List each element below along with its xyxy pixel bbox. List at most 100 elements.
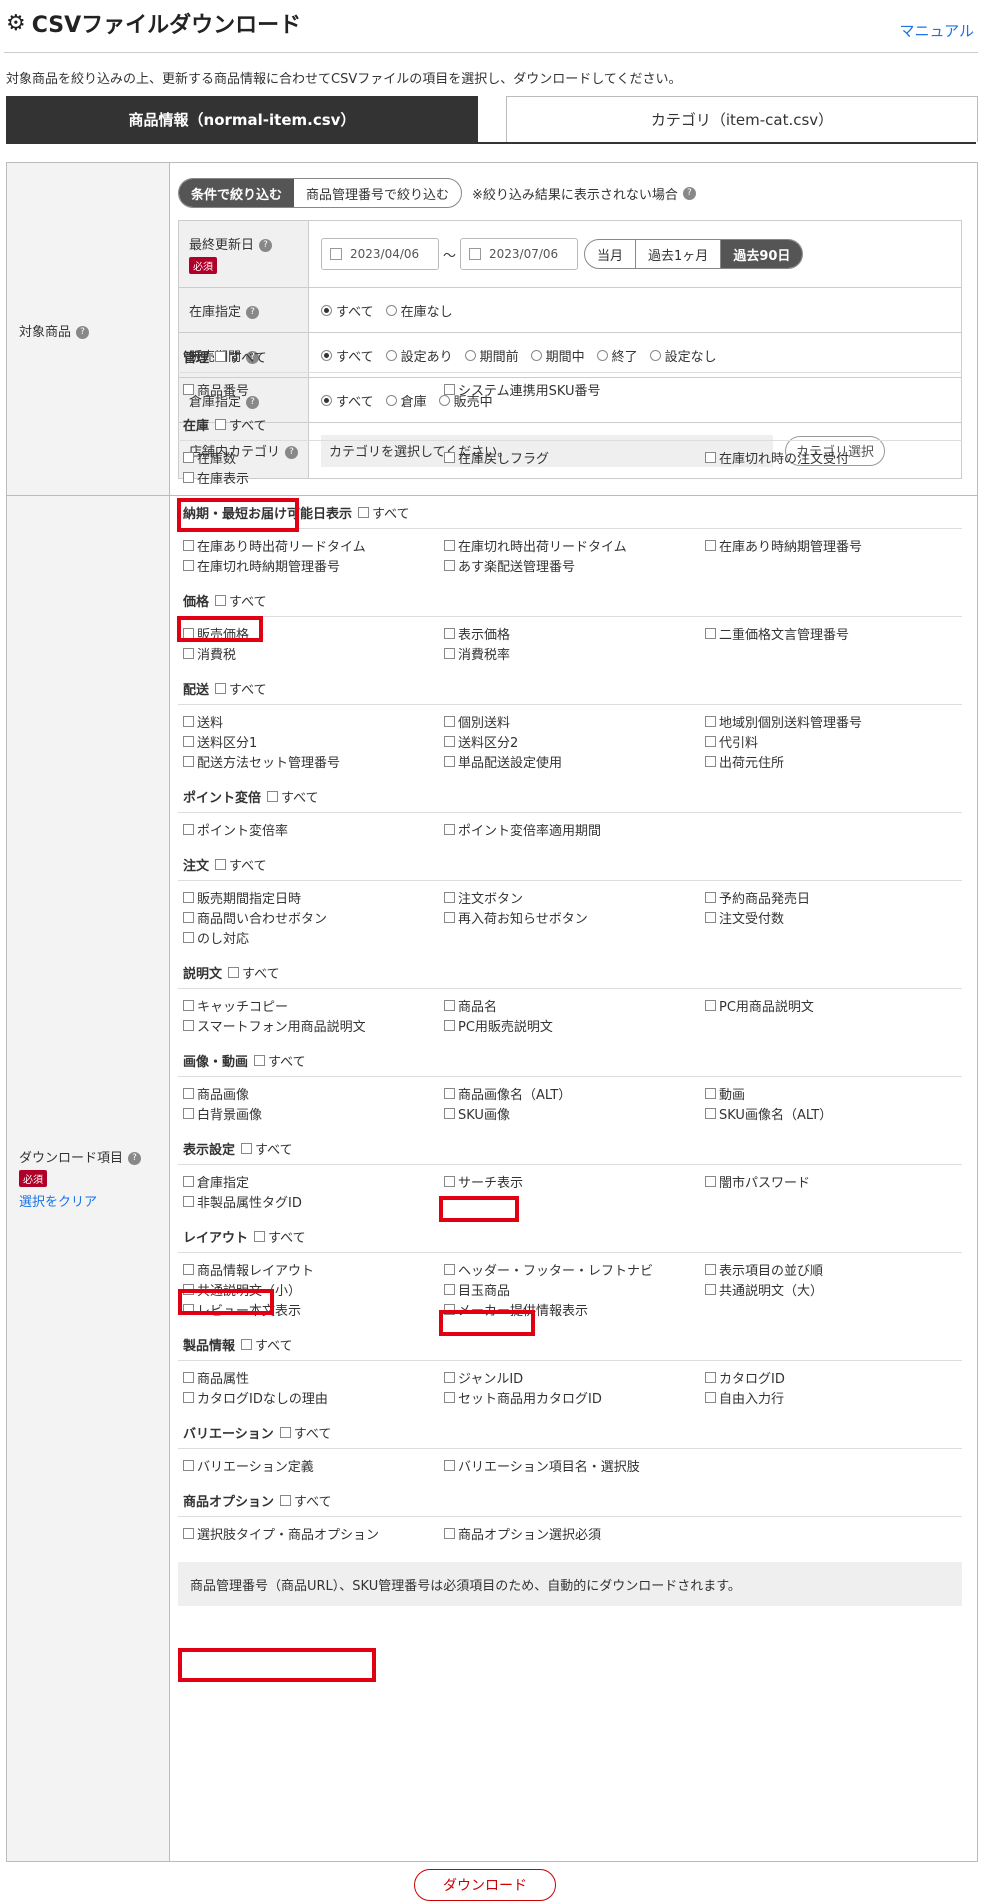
item-checkbox[interactable]: レビュー本文表示 [183,1301,444,1319]
select-all-checkbox[interactable]: すべて [241,1335,293,1354]
item-checkbox[interactable]: 在庫切れ時の注文受付 [705,449,967,467]
item-checkbox[interactable]: 販売価格 [183,625,444,643]
item-checkbox[interactable]: PC用商品説明文 [705,997,967,1015]
item-checkbox[interactable]: 在庫あり時出荷リードタイム [183,537,444,555]
item-checkbox[interactable]: 消費税 [183,645,444,663]
item-checkbox[interactable]: システム連携用SKU番号 [444,381,705,399]
item-checkbox[interactable]: 送料区分1 [183,733,444,751]
select-all-checkbox[interactable]: すべて [280,1491,332,1510]
item-checkbox[interactable]: SKU画像名（ALT） [705,1105,967,1123]
download-button[interactable]: ダウンロード [414,1869,556,1901]
item-checkbox[interactable]: バリエーション項目名・選択肢 [444,1457,705,1475]
item-checkbox[interactable]: 注文ボタン [444,889,705,907]
help-icon[interactable]: ? [682,186,696,200]
item-checkbox[interactable]: 動画 [705,1085,967,1103]
item-checkbox[interactable]: 目玉商品 [444,1281,705,1299]
help-icon[interactable]: ? [76,326,90,339]
item-checkbox[interactable]: のし対応 [183,929,444,947]
select-all-checkbox[interactable]: すべて [215,591,267,610]
radio-option[interactable]: すべて [321,301,374,320]
filter-by-condition-button[interactable]: 条件で絞り込む [179,179,295,207]
item-checkbox[interactable]: サーチ表示 [444,1173,705,1191]
item-checkbox[interactable]: 商品情報レイアウト [183,1261,444,1279]
item-checkbox[interactable]: 商品画像 [183,1085,444,1103]
select-all-checkbox[interactable]: すべて [215,415,267,434]
item-checkbox[interactable]: ヘッダー・フッター・レフトナビ [444,1261,705,1279]
select-all-checkbox[interactable]: すべて [254,1051,306,1070]
select-all-checkbox[interactable]: すべて [254,1227,306,1246]
item-checkbox[interactable]: 倉庫指定 [183,1173,444,1191]
item-checkbox[interactable]: 共通説明文（小） [183,1281,444,1299]
item-checkbox[interactable]: スマートフォン用商品説明文 [183,1017,444,1035]
item-checkbox[interactable]: あす楽配送管理番号 [444,557,705,575]
item-checkbox[interactable]: 選択肢タイプ・商品オプション [183,1525,444,1543]
item-checkbox[interactable]: 非製品属性タグID [183,1193,444,1211]
tab-category[interactable]: カテゴリ（item-cat.csv） [506,96,978,142]
item-checkbox[interactable]: ジャンルID [444,1369,705,1387]
item-checkbox[interactable]: 商品画像名（ALT） [444,1085,705,1103]
item-checkbox[interactable]: 商品オプション選択必須 [444,1525,705,1543]
preset-this-month[interactable]: 当月 [585,240,635,268]
item-checkbox[interactable]: 在庫あり時納期管理番号 [705,537,967,555]
item-checkbox[interactable]: 表示価格 [444,625,705,643]
item-checkbox[interactable]: 送料 [183,713,444,731]
help-icon[interactable]: ? [259,239,273,252]
item-checkbox[interactable]: 在庫切れ時出荷リードタイム [444,537,705,555]
preset-past-90-days[interactable]: 過去90日 [720,240,803,268]
radio-option[interactable]: 在庫なし [385,301,453,320]
item-checkbox[interactable]: カタログID [705,1369,967,1387]
item-checkbox[interactable]: 共通説明文（大） [705,1281,967,1299]
item-checkbox[interactable]: 闇市パスワード [705,1173,967,1191]
item-checkbox[interactable]: 送料区分2 [444,733,705,751]
preset-past-month[interactable]: 過去1ヶ月 [635,240,720,268]
tab-item-info[interactable]: 商品情報（normal-item.csv） [6,96,478,142]
item-checkbox[interactable]: 代引料 [705,733,967,751]
item-checkbox[interactable]: 在庫切れ時納期管理番号 [183,557,444,575]
item-checkbox[interactable]: 商品名 [444,997,705,1015]
select-all-checkbox[interactable]: すべて [358,503,410,522]
item-checkbox[interactable]: カタログIDなしの理由 [183,1389,444,1407]
item-checkbox[interactable]: 在庫戻しフラグ [444,449,705,467]
help-icon[interactable]: ? [128,1152,142,1165]
item-checkbox[interactable]: 在庫表示 [183,469,444,487]
item-checkbox[interactable]: SKU画像 [444,1105,705,1123]
manual-link[interactable]: マニュアル [899,20,974,41]
item-checkbox[interactable]: 配送方法セット管理番号 [183,753,444,771]
item-checkbox[interactable]: キャッチコピー [183,997,444,1015]
item-checkbox[interactable]: セット商品用カタログID [444,1389,705,1407]
item-checkbox[interactable]: 商品属性 [183,1369,444,1387]
item-checkbox[interactable]: 個別送料 [444,713,705,731]
item-checkbox[interactable]: 商品番号 [183,381,444,399]
item-checkbox[interactable]: 二重価格文言管理番号 [705,625,967,643]
select-all-checkbox[interactable]: すべて [279,1423,331,1442]
select-all-checkbox[interactable]: すべて [215,679,267,698]
item-checkbox[interactable]: 予約商品発売日 [705,889,967,907]
item-checkbox[interactable]: PC用販売説明文 [444,1017,705,1035]
item-checkbox[interactable]: バリエーション定義 [183,1457,444,1475]
filter-by-number-button[interactable]: 商品管理番号で絞り込む [294,179,461,207]
item-checkbox[interactable]: 再入荷お知らせボタン [444,909,705,927]
item-checkbox[interactable]: 白背景画像 [183,1105,444,1123]
select-all-checkbox[interactable]: すべて [215,347,267,366]
item-checkbox[interactable]: 商品問い合わせボタン [183,909,444,927]
date-from-input[interactable]: 2023/04/06 [321,238,439,270]
clear-selection-link[interactable]: 選択をクリア [19,1191,141,1210]
item-checkbox[interactable]: 単品配送設定使用 [444,753,705,771]
item-checkbox[interactable]: ポイント変倍率適用期間 [444,821,705,839]
select-all-checkbox[interactable]: すべて [228,963,280,982]
item-checkbox[interactable]: 在庫数 [183,449,444,467]
item-checkbox[interactable]: 出荷元住所 [705,753,967,771]
help-icon[interactable]: ? [246,305,260,319]
item-checkbox[interactable]: 販売期間指定日時 [183,889,444,907]
select-all-checkbox[interactable]: すべて [241,1139,293,1158]
item-checkbox[interactable]: メーカー提供情報表示 [444,1301,705,1319]
item-checkbox[interactable]: 地域別個別送料管理番号 [705,713,967,731]
item-checkbox[interactable]: ポイント変倍率 [183,821,444,839]
item-checkbox[interactable]: 表示項目の並び順 [705,1261,967,1279]
select-all-checkbox[interactable]: すべて [215,855,267,874]
item-checkbox[interactable]: 自由入力行 [705,1389,967,1407]
select-all-checkbox[interactable]: すべて [267,787,319,806]
item-checkbox[interactable]: 注文受付数 [705,909,967,927]
item-checkbox[interactable]: 消費税率 [444,645,705,663]
date-to-input[interactable]: 2023/07/06 [460,238,579,270]
